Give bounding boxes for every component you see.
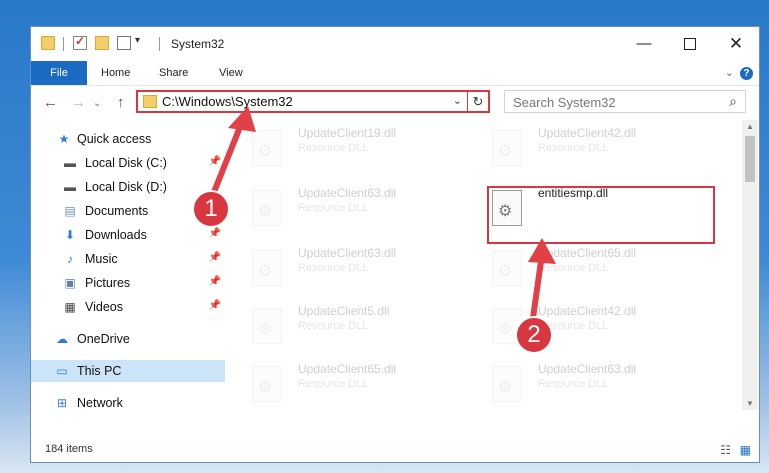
- dll-file-icon: [252, 190, 282, 226]
- file-item[interactable]: UpdateClient42.dll Resource DLL: [470, 120, 700, 172]
- tab-home[interactable]: Home: [101, 61, 130, 85]
- nav-item-local-disk-c[interactable]: ▬ Local Disk (C:) 📌: [31, 152, 225, 174]
- nav-item-pictures[interactable]: ▣ Pictures 📌: [31, 272, 225, 294]
- folder-icon[interactable]: [41, 36, 55, 50]
- cloud-icon: ☁: [56, 332, 68, 346]
- callout-1: 1: [192, 190, 230, 228]
- tab-view[interactable]: View: [219, 61, 243, 85]
- pin-icon[interactable]: 📌: [209, 156, 221, 167]
- tiles-view-icon[interactable]: ▦: [740, 443, 751, 457]
- nav-item-music[interactable]: ♪ Music 📌: [31, 248, 225, 270]
- details-view-icon[interactable]: ☷: [720, 443, 731, 457]
- dll-file-icon: [252, 250, 282, 286]
- back-button[interactable]: ←: [43, 94, 58, 111]
- nav-item-quick-access[interactable]: ★ Quick access: [31, 128, 225, 150]
- search-input[interactable]: Search System32: [513, 95, 616, 110]
- forward-button[interactable]: →: [71, 94, 86, 111]
- drive-icon: ▬: [64, 180, 76, 194]
- pin-icon[interactable]: 📌: [209, 300, 221, 311]
- nav-item-videos[interactable]: ▦ Videos 📌: [31, 296, 225, 318]
- expand-ribbon-icon[interactable]: ⌄: [725, 67, 734, 79]
- minimize-button[interactable]: —: [621, 27, 667, 61]
- nav-item-network[interactable]: ⊞ Network: [31, 392, 225, 414]
- file-item[interactable]: UpdateClient63.dll Resource DLL: [470, 356, 700, 408]
- chevron-down-icon[interactable]: ▾: [135, 35, 140, 46]
- navigation-pane: ★ Quick access ▬ Local Disk (C:) 📌 ▬ Loc…: [31, 126, 227, 442]
- properties-check-icon[interactable]: [73, 34, 87, 50]
- pictures-icon: ▣: [64, 276, 76, 290]
- pin-icon[interactable]: 📌: [209, 228, 221, 239]
- file-item[interactable]: UpdateClient19.dll Resource DLL: [230, 120, 460, 172]
- window-title: System32: [171, 37, 225, 51]
- music-icon: ♪: [67, 252, 73, 266]
- scroll-thumb[interactable]: [745, 136, 755, 182]
- nav-item-local-disk-d[interactable]: ▬ Local Disk (D:): [31, 176, 225, 198]
- folder-icon: [143, 95, 157, 108]
- separator: [63, 37, 64, 51]
- pin-icon[interactable]: 📌: [209, 276, 221, 287]
- refresh-button[interactable]: ↻: [467, 92, 488, 111]
- up-button[interactable]: ↑: [117, 94, 125, 111]
- view-options-icon[interactable]: [117, 36, 131, 50]
- star-icon: ★: [58, 132, 70, 146]
- scroll-up-icon[interactable]: ▲: [746, 122, 754, 131]
- nav-item-downloads[interactable]: ⬇ Downloads 📌: [31, 224, 225, 246]
- chevron-down-icon[interactable]: ⌄: [453, 94, 462, 107]
- vertical-scrollbar[interactable]: ▲ ▼: [742, 120, 758, 410]
- callout-2: 2: [515, 316, 553, 354]
- separator: [159, 37, 160, 51]
- nav-item-onedrive[interactable]: ☁ OneDrive: [31, 328, 225, 350]
- tab-file[interactable]: File: [31, 61, 87, 85]
- dll-file-icon: [252, 308, 282, 344]
- dll-file-icon: [252, 130, 282, 166]
- scroll-down-icon[interactable]: ▼: [746, 399, 754, 408]
- file-item[interactable]: UpdateClient63.dll Resource DLL: [230, 240, 460, 292]
- ribbon: File Home Share View ⌄?: [31, 61, 759, 86]
- download-icon: ⬇: [64, 228, 76, 242]
- network-icon: ⊞: [56, 396, 68, 410]
- address-path[interactable]: C:\Windows\System32: [162, 94, 293, 109]
- computer-icon: ▭: [56, 364, 68, 378]
- file-item[interactable]: UpdateClient5.dll Resource DLL: [230, 298, 460, 350]
- maximize-button[interactable]: [667, 27, 713, 61]
- address-bar[interactable]: C:\Windows\System32 ⌄ ↻: [136, 90, 490, 113]
- dll-file-icon: [492, 130, 522, 166]
- nav-item-this-pc[interactable]: ▭ This PC: [31, 360, 225, 382]
- highlight-box: [487, 186, 715, 244]
- file-item[interactable]: UpdateClient65.dll Resource DLL: [470, 240, 700, 292]
- tab-share[interactable]: Share: [159, 61, 188, 85]
- item-count: 184 items: [45, 443, 93, 455]
- pin-icon[interactable]: 📌: [209, 252, 221, 263]
- file-item[interactable]: UpdateClient42.dll Resource DLL: [470, 298, 700, 350]
- file-item[interactable]: UpdateClient65.dll Resource DLL: [230, 356, 460, 408]
- dll-file-icon: [492, 250, 522, 286]
- documents-icon: ▤: [64, 204, 76, 218]
- search-box[interactable]: Search System32 ⌕: [504, 90, 746, 113]
- recent-locations-chevron-icon[interactable]: ⌄: [93, 98, 101, 109]
- maximize-icon: [684, 38, 696, 51]
- help-icon[interactable]: ?: [740, 67, 753, 80]
- dll-file-icon: [492, 366, 522, 402]
- status-bar: 184 items ☷ ▦: [31, 438, 759, 462]
- dll-file-icon: [252, 366, 282, 402]
- close-button[interactable]: ✕: [713, 27, 759, 61]
- drive-icon: ▬: [64, 156, 76, 170]
- title-bar: ▾ System32 — ✕: [31, 27, 759, 61]
- file-item[interactable]: UpdateClient63.dll Resource DLL: [230, 180, 460, 232]
- videos-icon: ▦: [64, 300, 76, 314]
- file-list: UpdateClient19.dll Resource DLL UpdateCl…: [230, 120, 742, 438]
- search-icon: ⌕: [729, 93, 737, 109]
- new-folder-icon[interactable]: [95, 36, 109, 50]
